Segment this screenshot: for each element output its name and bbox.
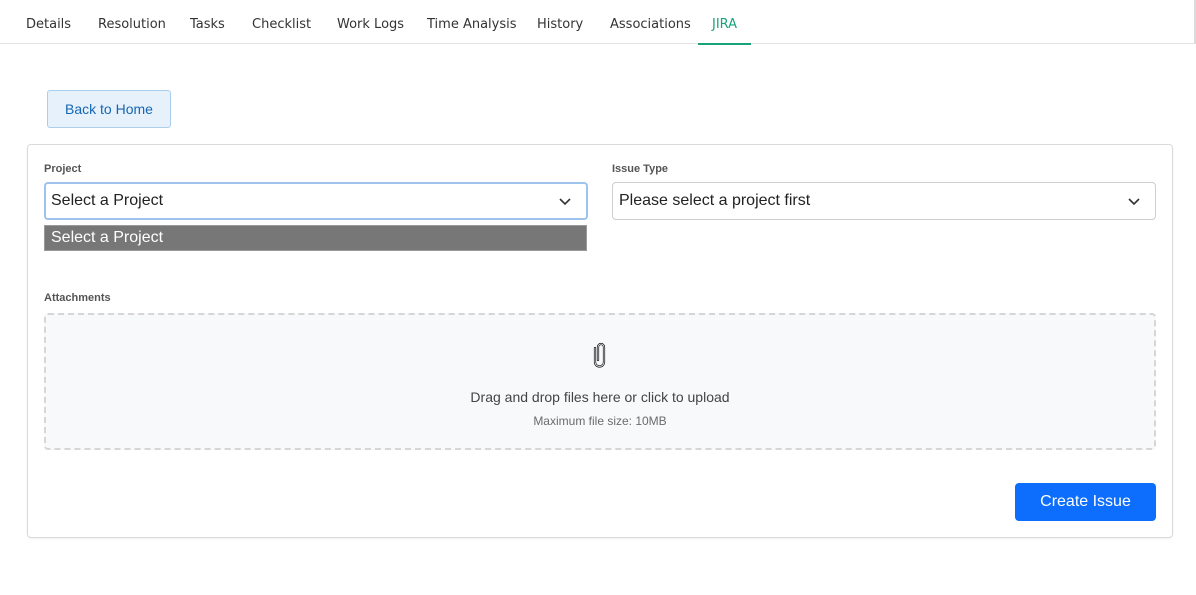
create-issue-button[interactable]: Create Issue [1015, 483, 1156, 521]
attachments-dropzone[interactable]: Drag and drop files here or click to upl… [44, 313, 1156, 450]
tab-time-analysis[interactable]: Time Analysis [427, 0, 517, 44]
issue-type-label: Issue Type [612, 163, 669, 175]
tab-work-logs[interactable]: Work Logs [337, 0, 404, 44]
attachments-label: Attachments [44, 292, 111, 304]
tab-checklist[interactable]: Checklist [252, 0, 311, 44]
tab-resolution[interactable]: Resolution [98, 0, 166, 44]
dropzone-max-size: Maximum file size: 10MB [533, 414, 667, 428]
paperclip-icon [593, 342, 606, 368]
tab-history[interactable]: History [537, 0, 583, 44]
chevron-down-icon [559, 198, 571, 206]
tab-details[interactable]: Details [26, 0, 71, 44]
dropzone-prompt: Drag and drop files here or click to upl… [470, 389, 730, 405]
issue-type-select-value: Please select a project first [619, 192, 811, 209]
project-label: Project [44, 163, 82, 175]
tab-jira[interactable]: JIRA [697, 0, 752, 45]
chevron-down-icon [1128, 198, 1140, 206]
tab-associations[interactable]: Associations [610, 0, 691, 44]
project-select-value: Select a Project [51, 192, 164, 209]
tab-tasks[interactable]: Tasks [190, 0, 225, 44]
tab-bar: Details Resolution Tasks Checklist Work … [0, 0, 1196, 45]
project-option-select-a-project[interactable]: Select a Project [44, 225, 587, 251]
project-select[interactable]: Select a Project [44, 182, 588, 220]
issue-type-select[interactable]: Please select a project first [612, 182, 1156, 220]
back-to-home-button[interactable]: Back to Home [47, 90, 171, 128]
